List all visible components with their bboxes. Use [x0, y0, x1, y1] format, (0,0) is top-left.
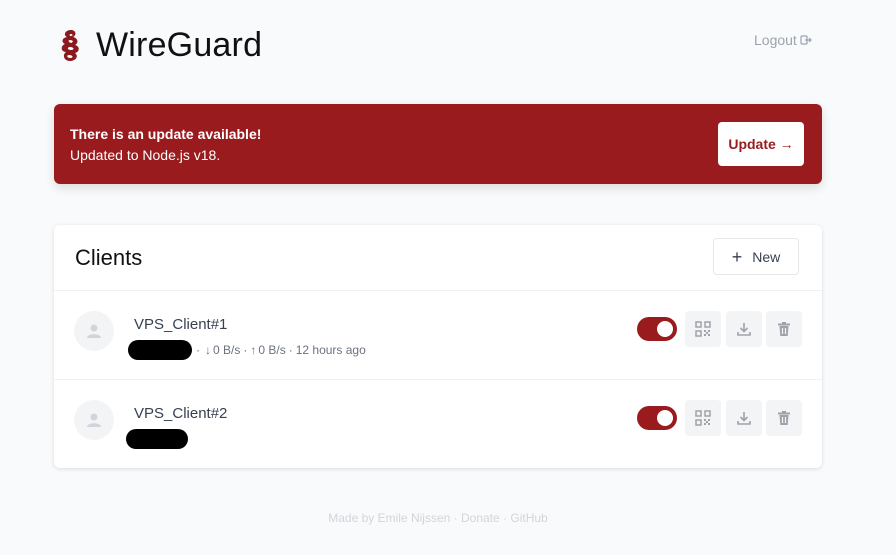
qr-code-icon	[695, 321, 711, 337]
rx-rate: 0 B/s	[213, 343, 241, 357]
trash-icon	[778, 322, 790, 336]
footer-github-link[interactable]: GitHub	[510, 511, 547, 525]
footer-donate-link[interactable]: Donate	[461, 511, 500, 525]
banner-message: Updated to Node.js v18.	[70, 147, 221, 163]
arrow-up-icon: ↑	[250, 343, 257, 357]
update-banner: There is an update available! Updated to…	[54, 104, 822, 184]
app-title: WireGuard	[96, 26, 263, 64]
client-name: VPS_Client#1	[134, 316, 228, 333]
wireguard-logo-icon	[61, 29, 79, 61]
footer: Made by Emile Nijssen · Donate · GitHub	[0, 511, 876, 525]
footer-made-by-link[interactable]: Made by Emile Nijssen	[328, 511, 450, 525]
meta-separator: ·	[288, 343, 293, 357]
avatar	[74, 400, 114, 440]
show-qr-button[interactable]	[685, 311, 721, 347]
client-row: VPS_Client#1 · ↓ 0 B/s · ↑ 0 B/s · 12 ho…	[54, 291, 822, 379]
client-enable-toggle[interactable]	[637, 406, 677, 430]
delete-client-button[interactable]	[766, 400, 802, 436]
delete-client-button[interactable]	[766, 311, 802, 347]
trash-icon	[778, 411, 790, 425]
meta-separator: ·	[243, 343, 248, 357]
logout-button[interactable]: Logout	[754, 32, 812, 48]
plus-icon: +	[731, 246, 743, 267]
client-name: VPS_Client#2	[134, 405, 228, 422]
client-row: VPS_Client#2	[54, 380, 822, 468]
download-icon	[737, 412, 751, 425]
download-icon	[737, 323, 751, 336]
download-config-button[interactable]	[726, 311, 762, 347]
clients-card: Clients + New VPS_Client#1 · ↓ 0 B/s · ↑…	[54, 225, 822, 468]
footer-separator: ·	[503, 511, 508, 525]
qr-code-icon	[695, 410, 711, 426]
app-header: WireGuard	[58, 26, 262, 65]
tx-rate: 0 B/s	[258, 343, 286, 357]
user-icon	[87, 413, 101, 427]
banner-title: There is an update available!	[70, 126, 262, 142]
avatar	[74, 311, 114, 351]
logout-icon	[800, 35, 812, 45]
last-seen: 12 hours ago	[295, 343, 366, 357]
download-config-button[interactable]	[726, 400, 762, 436]
footer-separator: ·	[453, 511, 458, 525]
redacted-address	[126, 429, 188, 449]
arrow-down-icon: ↓	[205, 343, 211, 357]
client-transfer-stats: · ↓ 0 B/s · ↑ 0 B/s · 12 hours ago	[196, 343, 366, 357]
meta-separator: ·	[196, 343, 200, 357]
show-qr-button[interactable]	[685, 400, 721, 436]
client-enable-toggle[interactable]	[637, 317, 677, 341]
new-client-button[interactable]: + New	[713, 238, 799, 275]
logout-label: Logout	[754, 32, 797, 48]
toggle-knob	[657, 321, 673, 337]
user-icon	[87, 324, 101, 338]
clients-title: Clients	[75, 245, 143, 270]
redacted-address	[128, 340, 192, 360]
update-button[interactable]: Update →	[718, 122, 804, 166]
toggle-knob	[657, 410, 673, 426]
new-button-label: New	[752, 248, 781, 265]
